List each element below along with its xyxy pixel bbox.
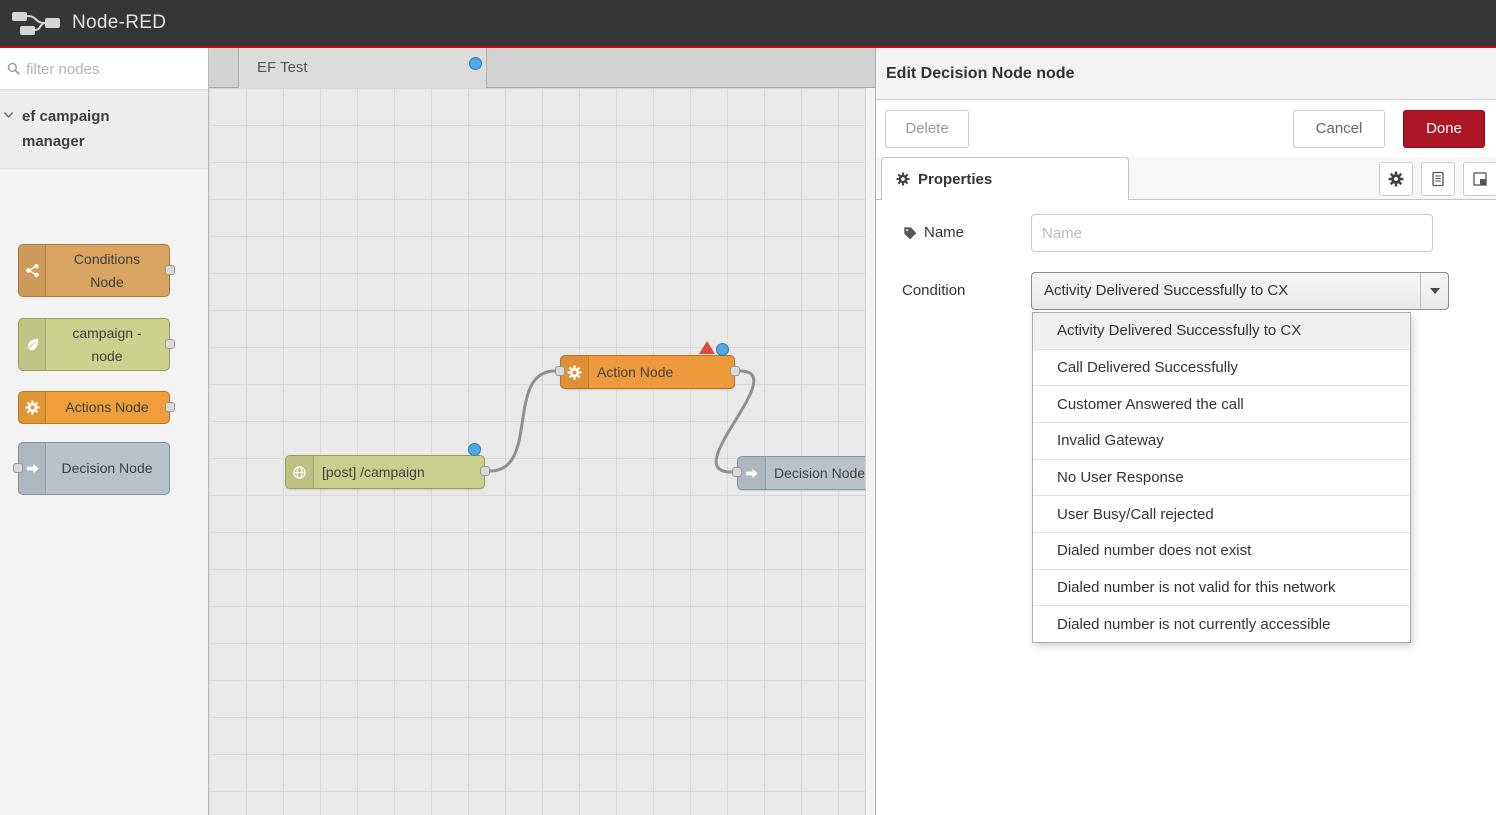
tab-label: EF Test bbox=[257, 48, 308, 88]
expand-button[interactable] bbox=[1463, 162, 1496, 196]
node-port[interactable] bbox=[480, 466, 490, 476]
delete-button[interactable]: Delete bbox=[885, 110, 969, 148]
filter-nodes-input[interactable] bbox=[26, 54, 196, 84]
palette-search bbox=[0, 48, 208, 90]
node-label: Decision Node bbox=[774, 457, 865, 489]
done-button[interactable]: Done bbox=[1403, 110, 1485, 148]
share-network-icon bbox=[19, 245, 46, 296]
cancel-button[interactable]: Cancel bbox=[1293, 110, 1385, 148]
node-settings-button[interactable] bbox=[1379, 162, 1413, 196]
caret-down-icon bbox=[1430, 288, 1440, 294]
properties-form: Name Condition Activity Delivered Succes… bbox=[876, 200, 1496, 815]
changed-dot bbox=[468, 443, 481, 456]
canvas-scrollbar[interactable] bbox=[865, 88, 875, 815]
tab-ef-test[interactable]: EF Test bbox=[238, 48, 487, 88]
flow-tab-bar: EF Test bbox=[209, 48, 875, 88]
palette-node-conditions[interactable]: Conditions Node bbox=[18, 244, 170, 297]
gear-icon bbox=[896, 172, 910, 186]
dropdown-option[interactable]: Dialed number is not valid for this netw… bbox=[1033, 570, 1410, 607]
globe-icon bbox=[286, 456, 314, 488]
app-title: Node-RED bbox=[72, 12, 166, 34]
dropdown-option[interactable]: User Busy/Call rejected bbox=[1033, 496, 1410, 533]
tray-toolbar: Delete Cancel Done bbox=[876, 100, 1496, 157]
dropdown-option[interactable]: Call Delivered Successfully bbox=[1033, 350, 1410, 387]
palette-node-label: Decision Node bbox=[47, 443, 167, 494]
dropdown-toggle[interactable] bbox=[1420, 273, 1448, 309]
palette-category-header[interactable]: ef campaign manager bbox=[0, 90, 208, 169]
condition-select[interactable]: Activity Delivered Successfully to CX bbox=[1031, 272, 1449, 310]
palette-node-label: Conditions Node bbox=[47, 245, 167, 296]
expand-icon bbox=[1472, 171, 1488, 187]
gear-icon bbox=[561, 356, 589, 388]
name-input[interactable] bbox=[1031, 214, 1433, 252]
arrow-right-icon bbox=[738, 457, 766, 489]
node-port[interactable] bbox=[555, 366, 565, 376]
editor-tab-bar: Properties bbox=[876, 157, 1496, 200]
node-port bbox=[165, 339, 175, 349]
wires-layer bbox=[209, 88, 865, 815]
node-decision[interactable]: Decision Node bbox=[737, 456, 865, 490]
dropdown-option[interactable]: Dialed number does not exist bbox=[1033, 533, 1410, 570]
workspace: EF Test [post] /campaign Action Node bbox=[209, 48, 875, 815]
node-red-app: Node-RED ef campaign manager Conditions … bbox=[0, 0, 1496, 815]
changed-dot bbox=[716, 343, 729, 356]
palette-node-campaign[interactable]: campaign - node bbox=[18, 318, 170, 371]
tag-icon bbox=[903, 226, 917, 240]
node-action[interactable]: Action Node bbox=[560, 355, 735, 389]
condition-label: Condition bbox=[902, 272, 965, 310]
node-port[interactable] bbox=[730, 366, 740, 376]
node-port bbox=[165, 402, 175, 412]
dropdown-option[interactable]: Invalid Gateway bbox=[1033, 423, 1410, 460]
node-port bbox=[13, 463, 23, 473]
app-header: Node-RED bbox=[0, 0, 1496, 48]
gear-icon bbox=[19, 392, 46, 423]
palette-node-label: campaign - node bbox=[47, 319, 167, 370]
dropdown-option[interactable]: Dialed number is not currently accessibl… bbox=[1033, 606, 1410, 642]
condition-select-value: Activity Delivered Successfully to CX bbox=[1044, 273, 1414, 309]
node-port bbox=[165, 265, 175, 275]
dropdown-option[interactable]: No User Response bbox=[1033, 460, 1410, 497]
condition-dropdown: Activity Delivered Successfully to CX Ca… bbox=[1032, 312, 1411, 643]
palette-node-actions[interactable]: Actions Node bbox=[18, 391, 170, 424]
flow-canvas[interactable]: [post] /campaign Action Node Decision No… bbox=[209, 88, 865, 815]
tab-properties[interactable]: Properties bbox=[881, 157, 1129, 200]
search-icon bbox=[6, 61, 21, 76]
description-button[interactable] bbox=[1421, 162, 1455, 196]
node-label: [post] /campaign bbox=[322, 456, 478, 488]
dropdown-option[interactable]: Customer Answered the call bbox=[1033, 386, 1410, 423]
leaf-icon bbox=[19, 319, 46, 370]
palette-node-label: Actions Node bbox=[47, 392, 167, 423]
node-port[interactable] bbox=[732, 467, 742, 477]
gear-icon bbox=[1388, 171, 1404, 187]
edit-tray: Edit Decision Node node Delete Cancel Do… bbox=[875, 48, 1496, 815]
node-red-logo-icon bbox=[12, 10, 60, 36]
wire[interactable] bbox=[490, 371, 555, 471]
changed-dot bbox=[469, 57, 482, 70]
chevron-down-icon bbox=[2, 108, 15, 121]
category-label: ef campaign manager bbox=[22, 104, 162, 154]
name-label: Name bbox=[903, 214, 964, 252]
dropdown-option[interactable]: Activity Delivered Successfully to CX bbox=[1033, 313, 1410, 350]
doc-icon bbox=[1430, 171, 1446, 187]
tray-title: Edit Decision Node node bbox=[876, 48, 1496, 100]
node-label: Action Node bbox=[597, 356, 728, 388]
arrow-right-icon bbox=[19, 443, 46, 494]
error-triangle-icon bbox=[699, 341, 715, 354]
node-http-in-post-campaign[interactable]: [post] /campaign bbox=[285, 455, 485, 489]
tab-properties-label: Properties bbox=[918, 171, 992, 188]
palette-node-decision[interactable]: Decision Node bbox=[18, 442, 170, 495]
palette-sidebar: ef campaign manager Conditions Node camp… bbox=[0, 48, 209, 815]
